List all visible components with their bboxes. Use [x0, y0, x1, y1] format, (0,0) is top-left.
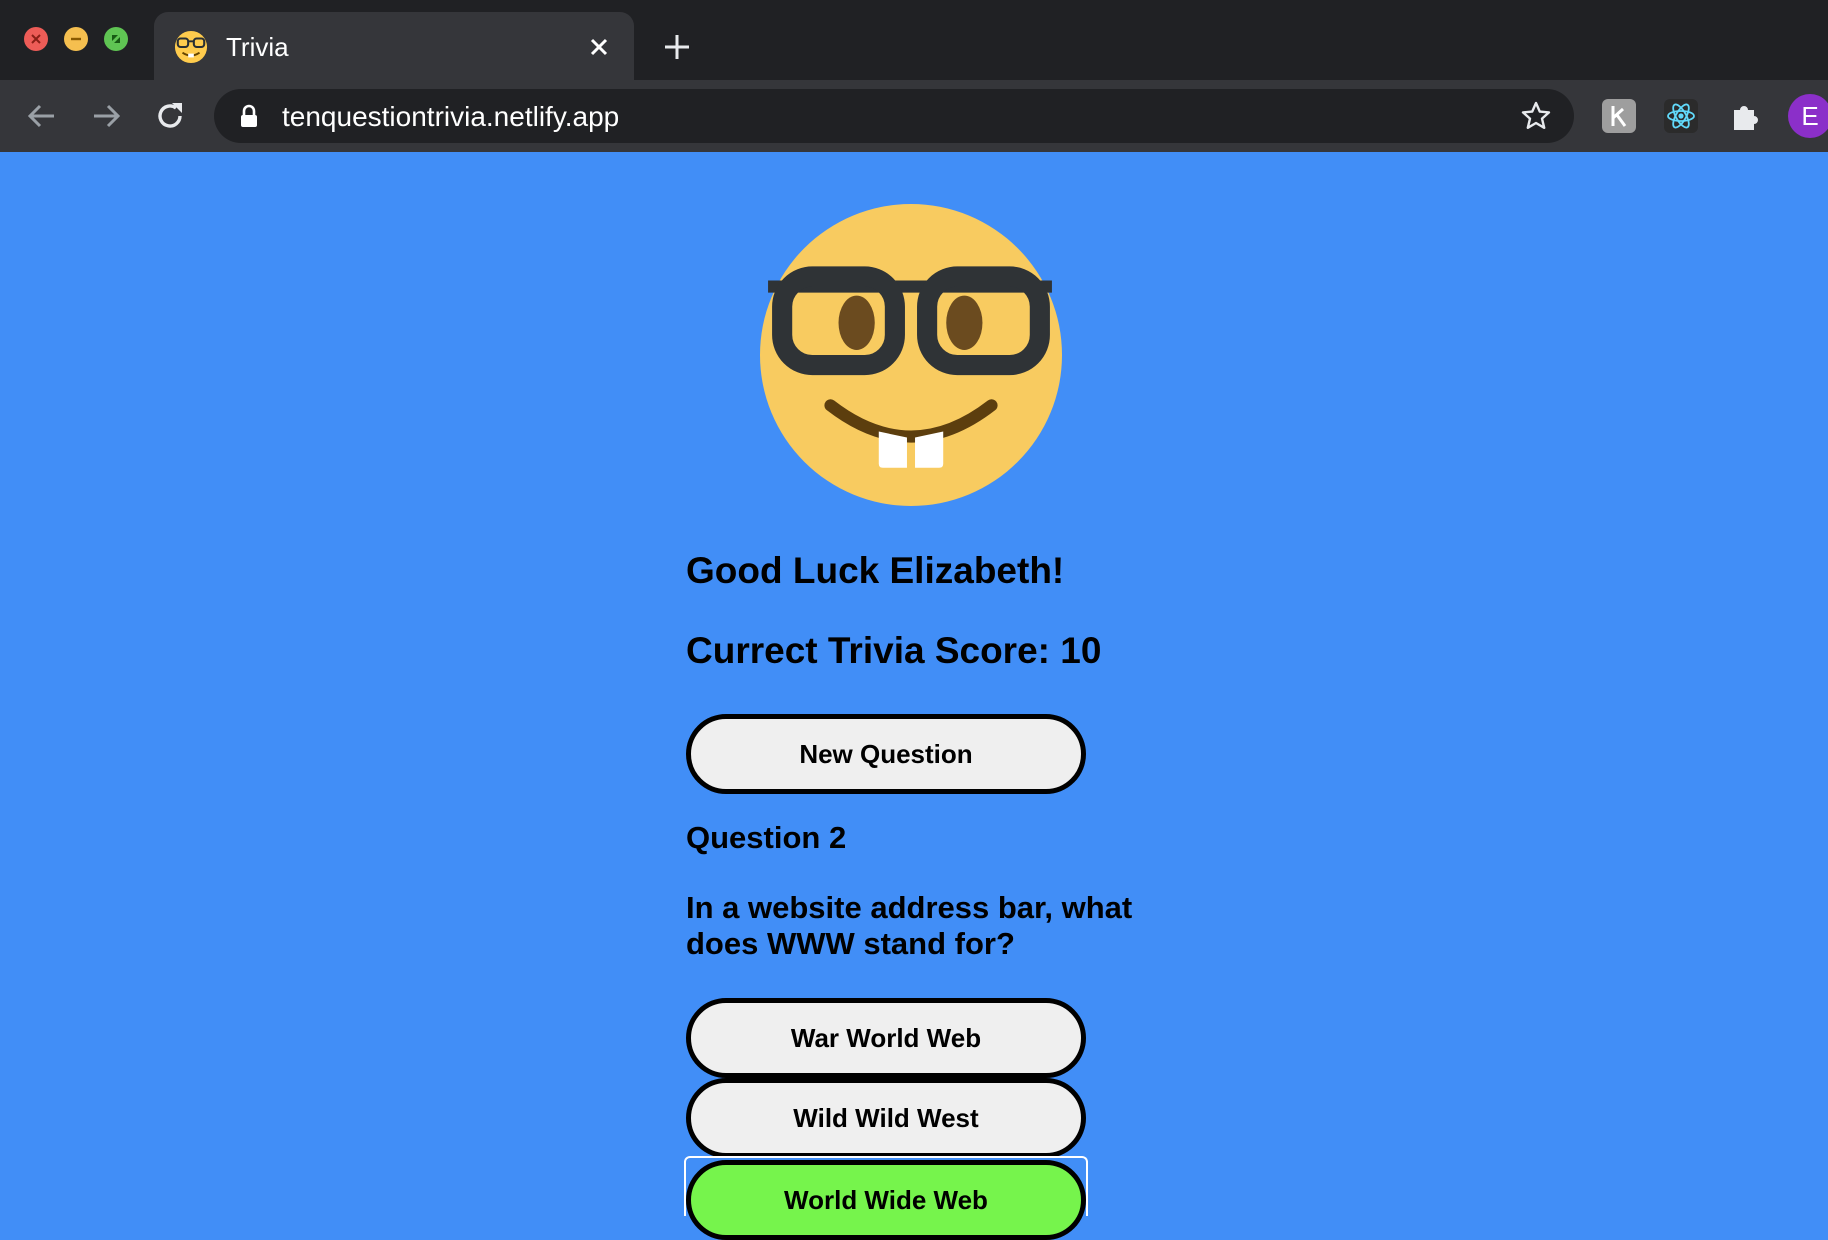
answer-button-correct[interactable]: World Wide Web [686, 1160, 1086, 1240]
window-maximize-button[interactable] [104, 27, 128, 51]
address-bar-url: tenquestiontrivia.netlify.app [282, 101, 620, 132]
answer-button[interactable]: Wild Wild West [686, 1078, 1086, 1158]
lock-icon[interactable] [238, 104, 260, 128]
browser-toolbar: tenquestiontrivia.netlify.app E [0, 80, 1828, 152]
reload-icon[interactable] [152, 98, 188, 134]
question-text: In a website address bar, what does WWW … [686, 890, 1133, 961]
k-logo-icon [1611, 106, 1627, 127]
score-heading: Currect Trivia Score: 10 [686, 630, 1102, 671]
extension-kaspersky-button[interactable] [1602, 99, 1636, 133]
window-minimize-button[interactable] [64, 27, 88, 51]
bookmark-star-icon[interactable] [1520, 100, 1552, 132]
greeting-heading: Good Luck Elizabeth! [686, 550, 1065, 591]
question-number: Question 2 [686, 820, 847, 855]
new-question-button[interactable]: New Question [686, 714, 1086, 794]
close-icon[interactable] [586, 34, 612, 60]
window-close-button[interactable] [24, 27, 48, 51]
tab-title: Trivia [226, 32, 289, 62]
browser-tab-trivia[interactable]: Trivia [154, 12, 634, 80]
react-atom-icon [1667, 103, 1695, 129]
address-bar[interactable]: tenquestiontrivia.netlify.app [214, 89, 1574, 143]
forward-arrow-icon[interactable] [88, 98, 124, 134]
fullscreen-icon [112, 35, 120, 43]
nerd-face-icon [174, 30, 208, 64]
close-icon [31, 34, 41, 44]
profile-avatar[interactable]: E [1788, 94, 1828, 138]
plus-icon[interactable] [662, 32, 692, 62]
answer-button[interactable]: War World Web [686, 998, 1086, 1078]
minimize-icon [71, 37, 81, 41]
back-arrow-icon[interactable] [24, 98, 60, 134]
nerd-face-icon [760, 204, 1062, 506]
extensions-puzzle-icon[interactable] [1728, 98, 1764, 134]
browser-tabstrip: Trivia [0, 0, 1828, 80]
extension-react-devtools-button[interactable] [1664, 99, 1698, 133]
